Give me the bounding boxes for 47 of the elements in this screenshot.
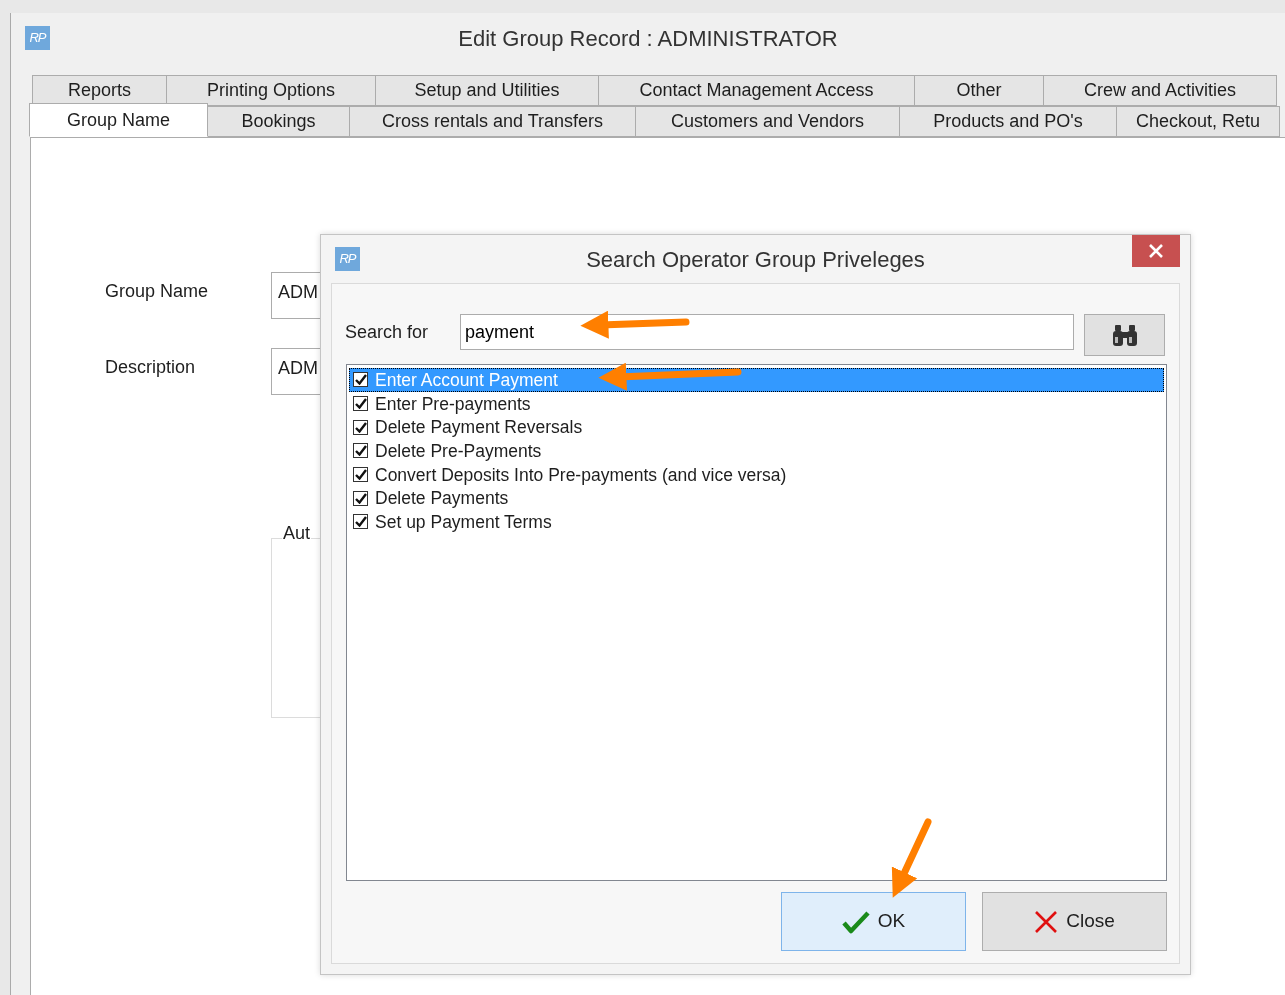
item-label: Enter Account Payment — [374, 368, 559, 391]
item-label: Convert Deposits Into Pre-payments (and vice versa) — [374, 463, 788, 486]
search-field[interactable]: payment — [460, 314, 1074, 350]
item-label: Set up Payment Terms — [374, 510, 553, 533]
checkbox[interactable] — [353, 467, 368, 483]
list-item[interactable]: Set up Payment Terms — [349, 510, 1164, 534]
tab[interactable]: Crew and Activities — [1043, 75, 1277, 106]
binoculars-icon — [1111, 323, 1138, 347]
item-label: Enter Pre-payments — [374, 392, 532, 415]
item-label: Delete Pre-Payments — [374, 439, 543, 462]
window-title: Edit Group Record : ADMINISTRATOR — [458, 25, 838, 51]
checkbox[interactable] — [353, 514, 368, 530]
item-label: Delete Payment Reversals — [374, 416, 584, 439]
field-label: Description — [105, 356, 197, 379]
checkbox[interactable] — [353, 419, 368, 435]
list-item[interactable]: Enter Pre-payments — [349, 391, 1164, 416]
app-logo-icon: RP — [25, 26, 50, 50]
tab[interactable]: Customers and Vendors — [635, 106, 900, 137]
tab[interactable]: Products and PO's — [899, 106, 1117, 137]
checkbox[interactable] — [353, 443, 368, 459]
checkbox[interactable] — [353, 490, 368, 506]
checkmark-icon — [841, 909, 870, 934]
close-button[interactable]: Close — [982, 892, 1167, 951]
search-button[interactable] — [1084, 314, 1165, 356]
tab[interactable]: Bookings — [207, 106, 350, 137]
list-item[interactable]: Delete Payments — [349, 486, 1164, 511]
tab[interactable]: Cross rentals and Transfers — [349, 106, 636, 137]
list-item[interactable]: Delete Payment Reversals — [349, 415, 1164, 440]
tab[interactable]: Other — [914, 75, 1044, 106]
tab[interactable]: Group Name — [29, 103, 208, 137]
tab[interactable]: Setup and Utilities — [375, 75, 599, 106]
field-label: Group Name — [105, 280, 210, 303]
app-logo-icon: RP — [335, 247, 360, 271]
search-label: Search for — [345, 320, 430, 344]
dialog-title: Search Operator Group Priveleges — [586, 246, 925, 272]
checkbox[interactable] — [353, 396, 368, 412]
item-label: Delete Payments — [374, 487, 510, 510]
checkbox[interactable] — [353, 372, 368, 388]
ok-button[interactable]: OK — [781, 892, 966, 951]
tab[interactable]: Contact Management Access — [598, 75, 915, 106]
list-item[interactable]: Convert Deposits Into Pre-payments (and vice versa) — [349, 462, 1164, 487]
close-icon — [1149, 244, 1163, 258]
tab[interactable]: Printing Options — [166, 75, 376, 106]
tab[interactable]: Checkout, Retu — [1116, 106, 1280, 137]
close-button[interactable] — [1132, 235, 1180, 267]
cross-icon — [1034, 909, 1059, 934]
list-item[interactable]: Delete Pre-Payments — [349, 439, 1164, 463]
